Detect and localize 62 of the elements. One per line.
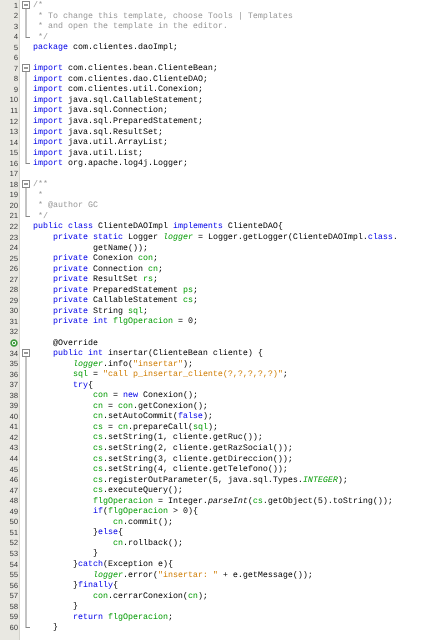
code-line: */ xyxy=(36,32,48,42)
code-line: package com.clientes.daoImpl; xyxy=(33,42,178,53)
code-line: } xyxy=(52,622,58,633)
code-line: cn.rollback(); xyxy=(112,538,183,548)
code-line: import com.clientes.bean.ClienteBean; xyxy=(33,63,218,74)
code-line: sql = "call p_insertar_cliente(?,?,?,?,?)"; xyxy=(72,369,288,380)
code-line: private CallableStatement cs; xyxy=(52,295,198,306)
code-line: cs.setString(3, cliente.getDireccion()); xyxy=(92,454,293,464)
code-line: * @author GC xyxy=(36,200,98,211)
code-line: * and open the template in the editor. xyxy=(36,21,228,32)
collapse-icon[interactable] xyxy=(22,180,30,188)
code-line: import java.sql.CallableStatement; xyxy=(33,94,203,106)
code-line: }catch(Exception e){ xyxy=(72,558,173,570)
code-line: import com.clientes.dao.ClienteDAO; xyxy=(33,74,208,84)
code-line: import com.clientes.util.Conexion; xyxy=(33,84,203,95)
code-line: cs.setString(2, cliente.getRazSocial()); xyxy=(92,442,293,454)
collapse-icon[interactable] xyxy=(22,1,30,9)
code-line: }else{ xyxy=(92,527,123,538)
code-line: cn = con.getConexion(); xyxy=(92,400,208,412)
code-line: } xyxy=(92,548,98,559)
code-line: }finally{ xyxy=(72,580,118,591)
code-line: private ResultSet rs; xyxy=(52,274,158,285)
code-line: getName()); xyxy=(92,242,148,254)
code-line: cn.setAutoCommit(false); xyxy=(92,411,213,422)
code-line: * To change this template, choose Tools | Templates xyxy=(36,10,293,22)
code-line: cs.setString(1, cliente.getRuc()); xyxy=(92,432,263,443)
code-line: if(flgOperacion > 0){ xyxy=(92,506,198,517)
code-line: logger.info("insertar"); xyxy=(72,358,193,370)
code-line: import java.sql.Connection; xyxy=(33,105,168,116)
code-line: try{ xyxy=(72,380,93,390)
code-line: @Override xyxy=(52,338,98,348)
code-line: /** xyxy=(33,179,48,190)
code-line: logger.error("insertar: " + e.getMessage()); xyxy=(92,570,313,580)
code-line: private static Logger logger = Logger.getLogger(ClienteDAOImpl.class. xyxy=(52,232,398,243)
code-line: cs.setString(4, cliente.getTelefono()); xyxy=(92,464,288,475)
code-line: import java.util.ArrayList; xyxy=(33,137,168,148)
code-line: private Conexion con; xyxy=(52,253,158,264)
code-line: public int insertar(ClienteBean cliente) { xyxy=(52,348,263,359)
code-line: cs.executeQuery(); xyxy=(92,485,183,496)
code-line: cn.commit(); xyxy=(112,516,173,528)
override-icon[interactable] xyxy=(10,338,18,347)
code-line: } xyxy=(72,601,78,612)
code-line: public class ClienteDAOImpl implements ClienteDAO{ xyxy=(33,221,283,232)
code-line: private int flgOperacion = 0; xyxy=(52,316,198,327)
code-line: cs.registerOutParameter(5, java.sql.Types.INTEGER); xyxy=(92,474,348,486)
code-line: /* xyxy=(33,0,43,11)
code-line: * xyxy=(36,190,43,200)
code-line: import java.util.List; xyxy=(33,148,143,158)
code-line: import org.apache.log4j.Logger; xyxy=(33,158,188,169)
code-line: private String sql; xyxy=(52,306,148,316)
code-line: con.cerrarConexion(cn); xyxy=(92,590,208,602)
collapse-icon[interactable] xyxy=(22,64,30,72)
collapse-icon[interactable] xyxy=(22,349,30,358)
code-line: */ xyxy=(36,210,48,222)
code-line: return flgOperacion; xyxy=(72,612,173,622)
code-line: private PreparedStatement ps; xyxy=(52,284,198,296)
code-line: private Connection cn; xyxy=(52,264,163,274)
code-line: con = new Conexion(); xyxy=(92,390,198,401)
code-line: cs = cn.prepareCall(sql); xyxy=(92,422,218,432)
code-line: import java.sql.ResultSet; xyxy=(33,126,163,138)
code-line: flgOperacion = Integer.parseInt(cs.getObject(5).toString()); xyxy=(92,496,393,506)
code-line: import java.sql.PreparedStatement; xyxy=(33,116,203,127)
